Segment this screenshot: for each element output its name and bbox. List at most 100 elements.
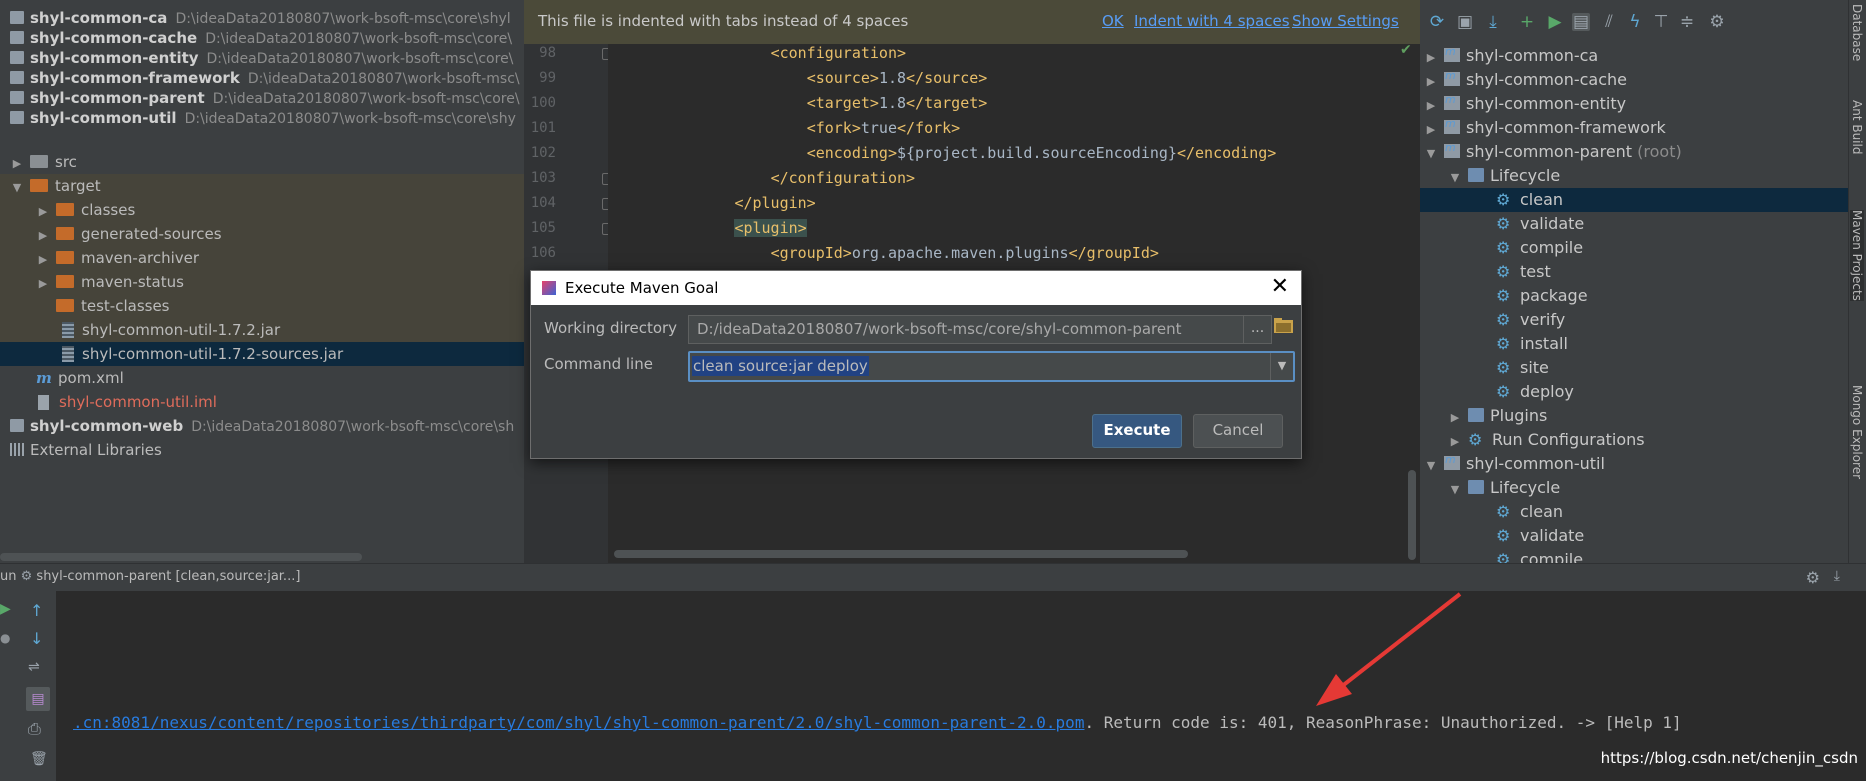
chevron-down-icon[interactable]: ▼	[1270, 353, 1293, 380]
horizontal-scrollbar[interactable]	[0, 553, 362, 561]
editor-vertical-scrollbar[interactable]	[1408, 470, 1416, 560]
goal-verify[interactable]: ⚙ verify	[1496, 308, 1565, 332]
file-label: shyl-common-util.iml	[59, 393, 217, 411]
stop-icon[interactable]: ●	[0, 631, 10, 645]
tree-item-maven-archiver[interactable]: ▶ maven-archiver	[36, 246, 199, 270]
mongo-explorer-tab[interactable]: Mongo Explorer	[1850, 385, 1864, 479]
arrow-up-icon[interactable]: ↑	[30, 601, 43, 620]
refresh-icon[interactable]: ⟳	[1428, 13, 1446, 31]
chevron-right-icon[interactable]: ▶	[1448, 406, 1462, 430]
chevron-right-icon[interactable]: ▶	[36, 248, 50, 272]
util-lifecycle-node[interactable]: ▼ Lifecycle	[1448, 476, 1560, 500]
util-goal-clean[interactable]: ⚙ clean	[1496, 500, 1563, 524]
skip-tests-icon[interactable]: ⫽	[1600, 13, 1618, 31]
soft-wrap-icon[interactable]: ⇌	[28, 659, 40, 675]
maven-module-parent[interactable]: ▼ shyl-common-parent (root)	[1424, 136, 1682, 166]
chevron-right-icon[interactable]: ▶	[1424, 70, 1438, 94]
browse-button[interactable]: ...	[1243, 315, 1272, 344]
tree-item-maven-status[interactable]: ▶ maven-status	[36, 270, 184, 294]
module-icon	[10, 51, 24, 64]
notification-ok-link[interactable]: OK	[1102, 12, 1124, 30]
chevron-right-icon[interactable]: ▶	[1424, 46, 1438, 70]
goal-compile[interactable]: ⚙ compile	[1496, 236, 1583, 260]
goal-site[interactable]: ⚙ site	[1496, 356, 1549, 380]
close-icon[interactable]: ✕	[1271, 274, 1289, 299]
chevron-down-icon[interactable]: ▼	[1424, 142, 1438, 166]
settings-icon[interactable]: ⚙	[1708, 13, 1726, 31]
chevron-right-icon[interactable]: ▶	[10, 152, 24, 176]
chevron-right-icon[interactable]: ▶	[36, 272, 50, 296]
lifecycle-node[interactable]: ▼ Lifecycle	[1448, 164, 1560, 188]
tree-item-jar[interactable]: shyl-common-util-1.7.2.jar	[62, 318, 280, 342]
toggle-offline-icon[interactable]: ▤	[1572, 13, 1590, 31]
working-directory-field[interactable]: D:/ideaData20180807/work-bsoft-msc/core/…	[688, 315, 1246, 344]
run-config-tab[interactable]: shyl-common-parent [clean,source:jar...]	[36, 569, 300, 584]
execute-button[interactable]: Execute	[1092, 414, 1182, 448]
goal-validate[interactable]: ⚙ validate	[1496, 212, 1584, 236]
goal-test[interactable]: ⚙ test	[1496, 260, 1551, 284]
collapse-all-icon[interactable]: ≑	[1678, 13, 1696, 31]
tree-item-test-classes[interactable]: test-classes	[56, 294, 170, 318]
database-tab[interactable]: Database	[1850, 4, 1864, 61]
tree-item-src[interactable]: ▶ src	[10, 150, 77, 174]
console-repo-link[interactable]: .cn:8081/nexus/content/repositories/thir…	[73, 713, 1084, 732]
tree-item-shyl-common-util[interactable]: shyl-common-util D:\ideaData20180807\work…	[10, 106, 516, 130]
dialog-title: Execute Maven Goal	[565, 279, 719, 297]
command-line-combobox[interactable]: clean source:jar deploy ▼	[688, 351, 1295, 382]
ant-build-tab[interactable]: Ant Build	[1850, 100, 1864, 154]
show-dependencies-icon[interactable]: ⊤	[1652, 13, 1670, 31]
run-configurations-node[interactable]: ▶ ⚙ Run Configurations	[1448, 428, 1645, 452]
tree-item-target[interactable]: ▼ target	[10, 174, 101, 198]
xml-tag: <configuration>	[770, 44, 907, 62]
print-icon[interactable]: ⎙	[28, 719, 41, 739]
chevron-right-icon[interactable]: ▶	[36, 200, 50, 224]
download-icon[interactable]: ⤓	[1484, 13, 1502, 31]
show-settings-link[interactable]: Show Settings	[1292, 12, 1399, 30]
goal-package[interactable]: ⚙ package	[1496, 284, 1588, 308]
run-icon[interactable]: ▶	[1546, 13, 1564, 31]
tree-item-iml[interactable]: shyl-common-util.iml	[38, 390, 217, 414]
chevron-down-icon[interactable]: ▼	[1448, 166, 1462, 190]
tree-item-classes[interactable]: ▶ classes	[36, 198, 136, 224]
console-output[interactable]: .cn:8081/nexus/content/repositories/thir…	[56, 591, 1866, 781]
hide-panel-icon[interactable]: ⤓	[1834, 568, 1840, 584]
add-maven-project-icon[interactable]: ▣	[1456, 13, 1474, 31]
chevron-down-icon[interactable]: ▼	[10, 176, 24, 200]
settings-icon[interactable]: ⚙	[1806, 568, 1820, 587]
plugins-node[interactable]: ▶ Plugins	[1448, 404, 1548, 430]
chevron-right-icon[interactable]: ▶	[36, 224, 50, 248]
util-goal-validate[interactable]: ⚙ validate	[1496, 524, 1584, 548]
folder-icon[interactable]	[1273, 315, 1295, 337]
util-goal-compile[interactable]: ⚙ compile	[1496, 548, 1583, 563]
goal-clean[interactable]: ⚙ clean	[1496, 188, 1563, 212]
chevron-down-icon[interactable]: ▼	[1448, 478, 1462, 502]
indent-with-spaces-link[interactable]: Indent with 4 spaces	[1134, 12, 1290, 30]
arrow-down-icon[interactable]: ↓	[30, 629, 43, 648]
maven-module-label: shyl-common-framework	[1466, 118, 1666, 137]
goal-label: validate	[1520, 526, 1585, 545]
chevron-right-icon[interactable]: ▶	[1424, 94, 1438, 118]
editor-horizontal-scrollbar[interactable]	[614, 550, 1188, 558]
tree-item-shyl-common-web[interactable]: shyl-common-web D:\ideaData20180807\work-…	[10, 414, 514, 438]
chevron-down-icon[interactable]: ▼	[1424, 454, 1438, 478]
trash-icon[interactable]: 🗑	[30, 751, 48, 767]
maven-module-framework[interactable]: ▶ shyl-common-framework	[1424, 112, 1666, 142]
folder-label: src	[55, 153, 77, 171]
cancel-button[interactable]: Cancel	[1193, 414, 1283, 448]
maven-projects-tab[interactable]: Maven Projects	[1850, 210, 1864, 301]
goal-deploy[interactable]: ⚙ deploy	[1496, 380, 1574, 404]
tree-item-generated-sources[interactable]: ▶ generated-sources	[36, 222, 222, 246]
command-line-value[interactable]: clean source:jar deploy	[692, 356, 869, 376]
maven-module-util[interactable]: ▼ shyl-common-util	[1424, 448, 1605, 478]
tree-item-external-libraries[interactable]: External Libraries	[10, 438, 162, 462]
tree-item-pom[interactable]: m pom.xml	[36, 366, 124, 390]
chevron-right-icon[interactable]: ▶	[1424, 118, 1438, 142]
scroll-to-end-icon[interactable]: ▤	[26, 687, 50, 711]
goal-install[interactable]: ⚙ install	[1496, 332, 1568, 356]
plus-icon[interactable]: +	[1518, 13, 1536, 31]
rerun-icon[interactable]: ▶	[0, 601, 11, 617]
lifecycle-icon[interactable]: ϟ	[1626, 13, 1644, 31]
maven-module-icon	[1444, 136, 1460, 160]
tree-item-sources-jar[interactable]: shyl-common-util-1.7.2-sources.jar	[62, 342, 343, 366]
